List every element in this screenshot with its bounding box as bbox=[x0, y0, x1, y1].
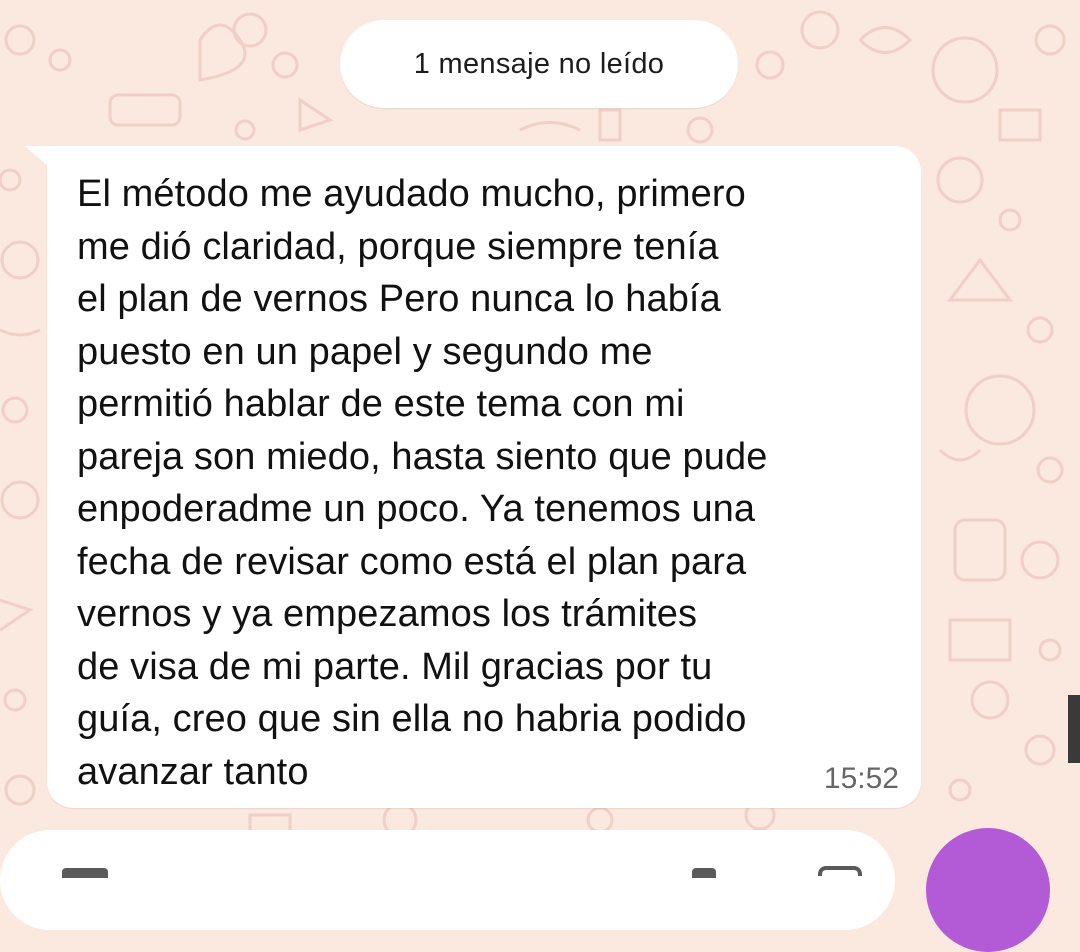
emoji-icon[interactable] bbox=[62, 868, 108, 878]
mic-button[interactable] bbox=[926, 828, 1050, 952]
scrollbar-thumb[interactable] bbox=[1068, 695, 1080, 763]
message-text: El método me ayudado mucho, primero me d… bbox=[77, 173, 768, 793]
camera-icon[interactable] bbox=[818, 866, 862, 876]
message-timestamp: 15:52 bbox=[823, 762, 899, 795]
unread-messages-banner: 1 mensaje no leído bbox=[340, 20, 738, 108]
message-composer[interactable] bbox=[0, 830, 895, 930]
unread-messages-label: 1 mensaje no leído bbox=[413, 47, 665, 80]
incoming-message-bubble[interactable]: El método me ayudado mucho, primero me d… bbox=[47, 146, 921, 808]
attach-icon[interactable] bbox=[692, 868, 716, 878]
